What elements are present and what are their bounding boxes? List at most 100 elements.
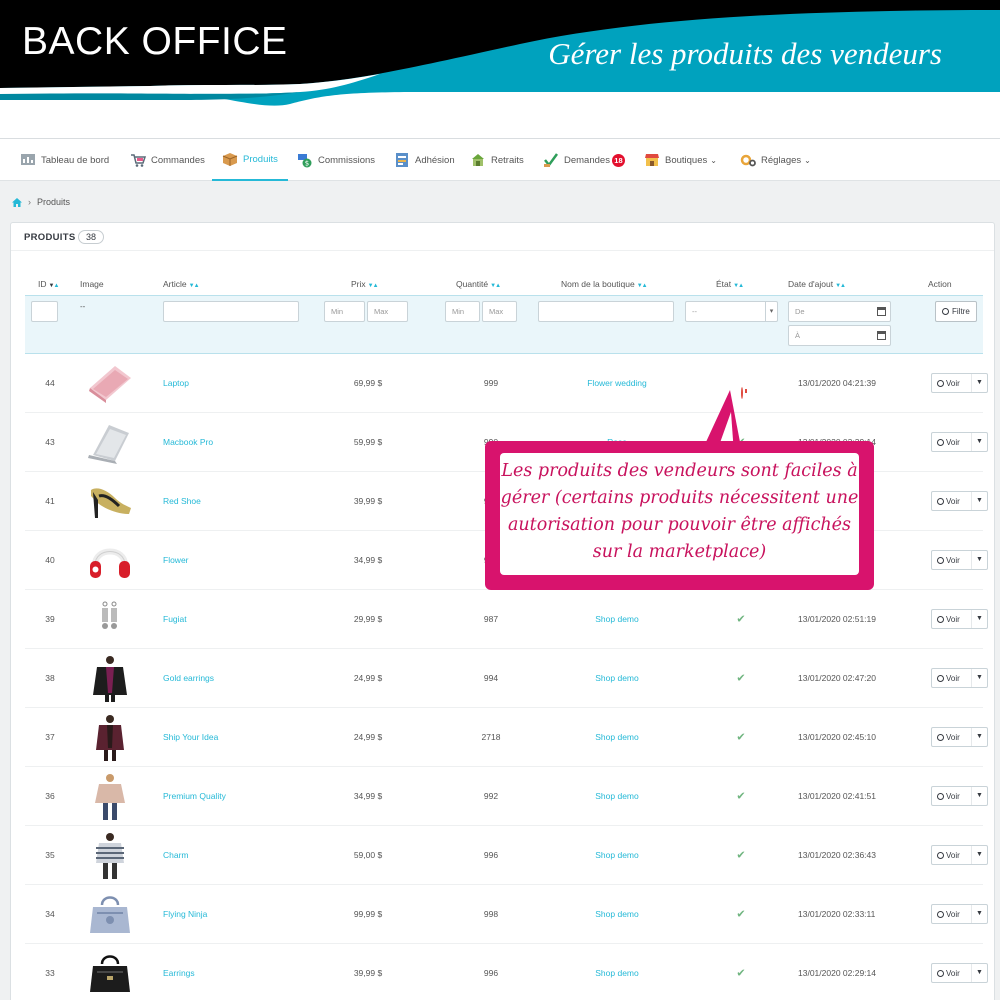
price-max-input[interactable]: Max	[367, 301, 408, 322]
cell-article-link[interactable]: Macbook Pro	[163, 437, 213, 447]
date-to-input[interactable]: À	[788, 325, 891, 346]
sort-icon[interactable]: ▼▲	[368, 283, 379, 289]
article-filter-input[interactable]	[163, 301, 299, 322]
product-thumbnail-earrings[interactable]	[85, 594, 135, 644]
approved-check-icon[interactable]: ✔	[736, 672, 745, 685]
nav-item-orders[interactable]: Commandes	[130, 139, 205, 181]
sort-icon[interactable]: ▼▲	[189, 283, 200, 289]
product-thumbnail-striped-sweater[interactable]	[85, 830, 135, 880]
approved-check-icon[interactable]: ✔	[736, 731, 745, 744]
caret-down-icon[interactable]: ▼	[971, 905, 987, 923]
caret-down-icon[interactable]: ▼	[971, 846, 987, 864]
product-thumbnail-blue-handbag[interactable]	[85, 889, 135, 939]
approved-check-icon[interactable]: ✔	[736, 908, 745, 921]
cell-article-link[interactable]: Ship Your Idea	[163, 732, 218, 742]
sort-icon[interactable]: ▼▲	[637, 283, 648, 289]
quantity-max-input[interactable]: Max	[482, 301, 517, 322]
table-row[interactable]: 34 Flying Ninja 99,99 $ 998 Shop demo ✔ …	[25, 885, 988, 944]
caret-down-icon[interactable]: ▼	[971, 728, 987, 746]
product-thumbnail-shoe[interactable]	[85, 476, 135, 526]
calendar-icon[interactable]	[877, 331, 886, 340]
sort-icon[interactable]: ▼▲	[733, 283, 744, 289]
cell-shop-link[interactable]: Shop demo	[595, 850, 638, 860]
sort-icon[interactable]: ▼▲	[490, 283, 501, 289]
approved-check-icon[interactable]: ✔	[736, 849, 745, 862]
table-row[interactable]: 33 Earrings 39,99 $ 996 Shop demo ✔ 13/0…	[25, 944, 988, 1000]
column-header-article[interactable]: Article ▼▲	[163, 279, 200, 289]
cell-article-link[interactable]: Premium Quality	[163, 791, 226, 801]
table-row[interactable]: 38 Gold earrings 24,99 $ 994 Shop demo ✔…	[25, 649, 988, 708]
cell-shop-link[interactable]: Shop demo	[595, 909, 638, 919]
product-thumbnail-headphones[interactable]	[85, 535, 135, 585]
cell-article-link[interactable]: Flower	[163, 555, 189, 565]
view-button[interactable]: Voir ▼	[931, 550, 988, 570]
approved-check-icon[interactable]: ✔	[736, 967, 745, 980]
approved-check-icon[interactable]: ✔	[736, 790, 745, 803]
view-button[interactable]: Voir ▼	[931, 373, 988, 393]
product-thumbnail-pink-laptop[interactable]	[85, 358, 135, 408]
nav-item-requests[interactable]: Demandes 18	[543, 139, 625, 181]
nav-item-withdrawals[interactable]: Retraits	[470, 139, 524, 181]
cell-article-link[interactable]: Laptop	[163, 378, 189, 388]
view-button[interactable]: Voir ▼	[931, 727, 988, 747]
column-header-price[interactable]: Prix ▼▲	[351, 279, 379, 289]
cell-article-link[interactable]: Charm	[163, 850, 189, 860]
shop-name-filter-input[interactable]	[538, 301, 674, 322]
product-thumbnail-black-handbag[interactable]	[85, 948, 135, 998]
column-header-date-added[interactable]: Date d'ajout ▼▲	[788, 279, 846, 289]
view-button[interactable]: Voir ▼	[931, 432, 988, 452]
caret-down-icon[interactable]: ▼	[971, 374, 987, 392]
caret-down-icon[interactable]: ▼	[971, 964, 987, 982]
id-filter-input[interactable]	[31, 301, 58, 322]
view-button[interactable]: Voir ▼	[931, 609, 988, 629]
sort-icon[interactable]: ▼▲	[49, 283, 60, 289]
view-button[interactable]: Voir ▼	[931, 963, 988, 983]
nav-item-products[interactable]: Produits	[212, 139, 288, 181]
product-thumbnail-silver-laptop[interactable]	[85, 417, 135, 467]
cell-article-link[interactable]: Flying Ninja	[163, 909, 207, 919]
caret-down-icon[interactable]: ▼	[971, 610, 987, 628]
sort-icon[interactable]: ▼▲	[835, 283, 846, 289]
column-header-quantity[interactable]: Quantité ▼▲	[456, 279, 501, 289]
nav-item-membership[interactable]: Adhésion	[394, 139, 455, 181]
product-thumbnail-sweater[interactable]	[85, 771, 135, 821]
cell-shop-link[interactable]: Shop demo	[595, 732, 638, 742]
caret-down-icon[interactable]: ▼	[971, 492, 987, 510]
caret-down-icon[interactable]: ▼	[971, 551, 987, 569]
nav-item-dashboard[interactable]: Tableau de bord	[20, 139, 109, 181]
state-filter-select[interactable]: -- ▾	[685, 301, 778, 322]
price-min-input[interactable]: Min	[324, 301, 365, 322]
calendar-icon[interactable]	[877, 307, 886, 316]
cell-shop-link[interactable]: Shop demo	[595, 968, 638, 978]
cell-shop-link[interactable]: Flower wedding	[587, 378, 647, 388]
home-icon[interactable]	[12, 197, 22, 207]
date-from-input[interactable]: De	[788, 301, 891, 322]
column-header-state[interactable]: État ▼▲	[716, 279, 744, 289]
caret-down-icon[interactable]: ▼	[971, 787, 987, 805]
cell-shop-link[interactable]: Shop demo	[595, 791, 638, 801]
cell-article-link[interactable]: Fugiat	[163, 614, 187, 624]
cell-shop-link[interactable]: Shop demo	[595, 673, 638, 683]
cell-article-link[interactable]: Gold earrings	[163, 673, 214, 683]
caret-down-icon[interactable]: ▼	[971, 433, 987, 451]
nav-item-commissions[interactable]: $ Commissions	[297, 139, 375, 181]
filter-button[interactable]: Filtre	[935, 301, 977, 322]
table-row[interactable]: 36 Premium Quality 34,99 $ 992 Shop demo…	[25, 767, 988, 826]
product-thumbnail-leather-jacket[interactable]	[85, 653, 135, 703]
view-button[interactable]: Voir ▼	[931, 491, 988, 511]
view-button[interactable]: Voir ▼	[931, 904, 988, 924]
table-row[interactable]: 39 Fugiat 29,99 $ 987 Shop demo ✔ 13/01/…	[25, 590, 988, 649]
table-row[interactable]: 37 Ship Your Idea 24,99 $ 2718 Shop demo…	[25, 708, 988, 767]
column-header-shop-name[interactable]: Nom de la boutique ▼▲	[561, 279, 648, 289]
cell-shop-link[interactable]: Shop demo	[595, 614, 638, 624]
pending-clock-icon[interactable]	[741, 387, 743, 399]
approved-check-icon[interactable]: ✔	[736, 613, 745, 626]
nav-item-shops[interactable]: Boutiques ⌄	[644, 139, 717, 181]
quantity-min-input[interactable]: Min	[445, 301, 480, 322]
cell-article-link[interactable]: Red Shoe	[163, 496, 201, 506]
column-header-id[interactable]: ID ▼▲	[38, 279, 60, 289]
caret-down-icon[interactable]: ▼	[971, 669, 987, 687]
view-button[interactable]: Voir ▼	[931, 668, 988, 688]
table-row[interactable]: 44 Laptop 69,99 $ 999 Flower wedding 13/…	[25, 354, 988, 413]
product-thumbnail-cardigan[interactable]	[85, 712, 135, 762]
